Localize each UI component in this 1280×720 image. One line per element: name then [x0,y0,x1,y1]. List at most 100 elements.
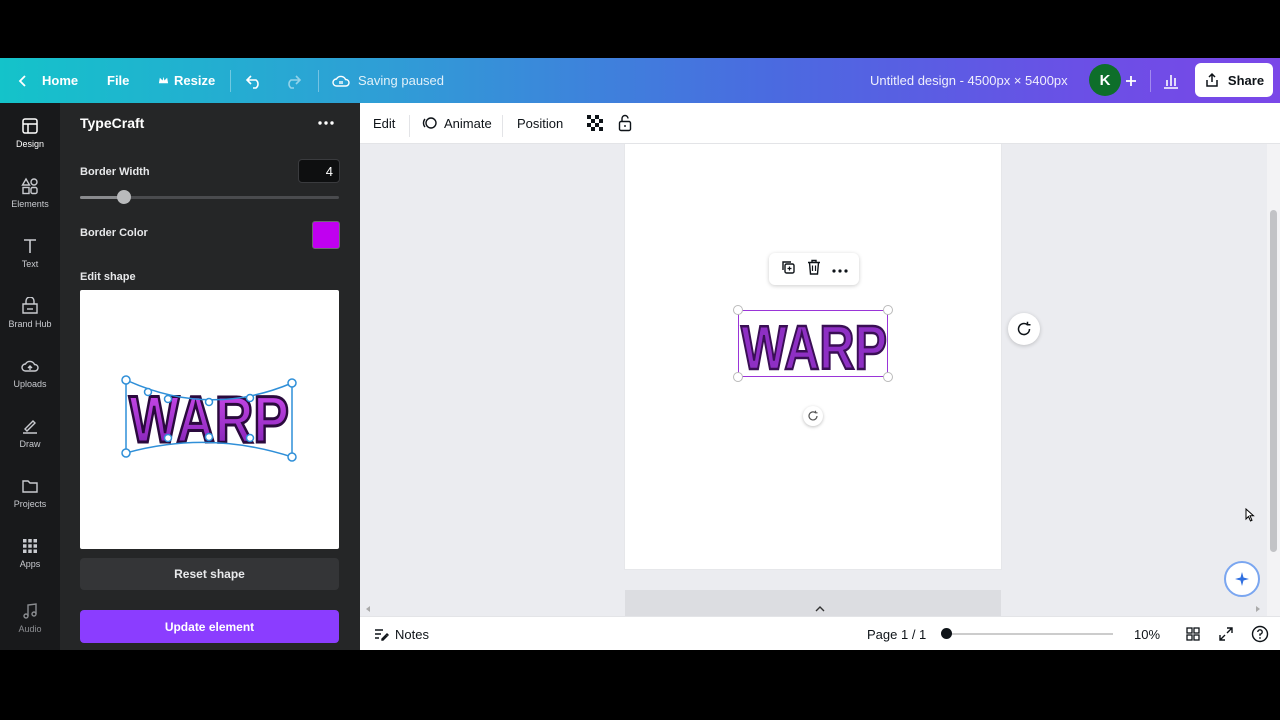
rotate-icon [808,410,818,421]
plus-icon [1126,75,1136,86]
avatar[interactable]: K [1089,64,1121,96]
notes-button[interactable]: Notes [373,617,429,650]
zoom-slider-thumb[interactable] [941,628,952,639]
app-panel: TypeCraft Border Width 4 Border Color Ed… [60,103,360,650]
update-element-button[interactable]: Update element [80,610,339,643]
more-options-button[interactable] [832,260,848,278]
rail-item-brand-hub[interactable]: Brand Hub [0,283,60,343]
rail-item-design[interactable]: Design [0,103,60,163]
share-label: Share [1227,72,1265,88]
zoom-slider[interactable] [946,633,1113,635]
home-label: Home [42,73,79,88]
lock-button[interactable] [618,103,632,143]
chevron-left-icon [18,74,26,87]
rail-item-elements[interactable]: Elements [0,163,60,223]
border-color-label: Border Color [80,227,148,239]
zoom-level-button[interactable]: 10% [1134,617,1160,650]
notes-label: Notes [395,626,429,642]
element-floating-toolbar [769,253,859,285]
chevron-up-icon[interactable] [815,605,825,613]
resize-handle-top-left[interactable] [733,305,743,315]
reset-shape-button[interactable]: Reset shape [80,558,339,590]
help-button[interactable] [1251,617,1269,650]
divider [409,115,410,137]
design-title[interactable]: Untitled design - 4500px × 5400px [870,58,1068,103]
resize-label: Resize [174,73,216,88]
divider [1150,70,1151,92]
vertical-scrollbar[interactable] [1267,144,1280,616]
canvas-area[interactable]: WARP [360,144,1267,616]
file-label: File [107,73,130,88]
zoom-level: 10% [1134,626,1161,642]
scroll-right-icon [1256,606,1260,612]
sparkle-icon [1235,572,1249,586]
resize-button[interactable]: Resize [158,58,215,103]
avatar-initial: K [1099,71,1111,89]
design-icon [22,118,38,134]
rail-item-apps[interactable]: Apps [0,523,60,583]
scroll-left-icon [366,606,370,612]
rail-item-text[interactable]: Text [0,223,60,283]
refresh-icon [1017,321,1031,336]
rail-label: Draw [19,439,41,449]
rail-label: Design [15,139,44,149]
home-button[interactable]: Home [16,58,78,103]
redo-button[interactable] [284,58,302,103]
redo-icon [288,74,302,89]
regenerate-button[interactable] [1008,313,1040,345]
undo-button[interactable] [245,58,263,103]
left-rail: Design Elements Text Brand Hub Uploads D… [0,103,60,650]
resize-handle-bottom-left[interactable] [733,372,743,382]
edit-shape-label: Edit shape [80,271,136,283]
resize-handle-bottom-right[interactable] [883,372,893,382]
invite-button[interactable] [1124,58,1138,103]
grid-view-button[interactable] [1185,617,1201,650]
position-button[interactable]: Position [517,103,563,143]
page-indicator-button[interactable]: Page 1 / 1 [867,617,926,650]
border-color-swatch[interactable] [312,221,340,249]
rotate-handle[interactable] [803,406,823,426]
insights-button[interactable] [1162,58,1180,103]
animate-button[interactable]: Animate [422,103,492,143]
shape-editor[interactable]: WARP [80,290,339,549]
mouse-cursor-icon [1245,508,1255,522]
slider-thumb[interactable] [117,190,131,204]
rail-item-audio[interactable]: Audio [0,588,60,648]
file-menu-button[interactable]: File [107,58,129,103]
rail-item-draw[interactable]: Draw [0,403,60,463]
text-icon [24,239,36,253]
scrollbar-thumb[interactable] [1270,210,1277,552]
transparency-button[interactable] [587,103,603,143]
edit-label: Edit [373,115,396,131]
undo-icon [245,74,259,89]
divider [318,70,319,92]
resize-handle-top-right[interactable] [883,305,893,315]
horizontal-scrollbar[interactable] [360,602,1267,616]
edit-button[interactable]: Edit [373,103,395,143]
fullscreen-button[interactable] [1218,617,1234,650]
saving-status: Saving paused [332,58,444,103]
border-width-input[interactable]: 4 [298,159,340,183]
border-width-label: Border Width [80,166,150,178]
cloud-paused-icon [332,75,350,87]
duplicate-button[interactable] [780,259,796,280]
more-options-button[interactable] [314,113,338,133]
rail-label: Elements [11,199,49,209]
rail-item-uploads[interactable]: Uploads [0,343,60,403]
duplicate-icon [782,260,796,274]
divider [502,115,503,137]
uploads-icon [21,360,39,372]
position-label: Position [517,115,564,131]
selected-text-element[interactable]: WARP [738,310,888,384]
magic-assistant-button[interactable] [1224,561,1260,597]
rail-item-projects[interactable]: Projects [0,463,60,523]
divider [230,70,231,92]
share-button[interactable]: Share [1195,63,1273,97]
delete-button[interactable] [807,259,821,280]
trash-icon [807,259,820,275]
projects-icon [22,480,38,493]
more-horizontal-icon [832,269,848,273]
rail-label: Text [21,259,39,269]
rail-label: Uploads [13,379,47,389]
rail-label: Audio [18,624,42,634]
